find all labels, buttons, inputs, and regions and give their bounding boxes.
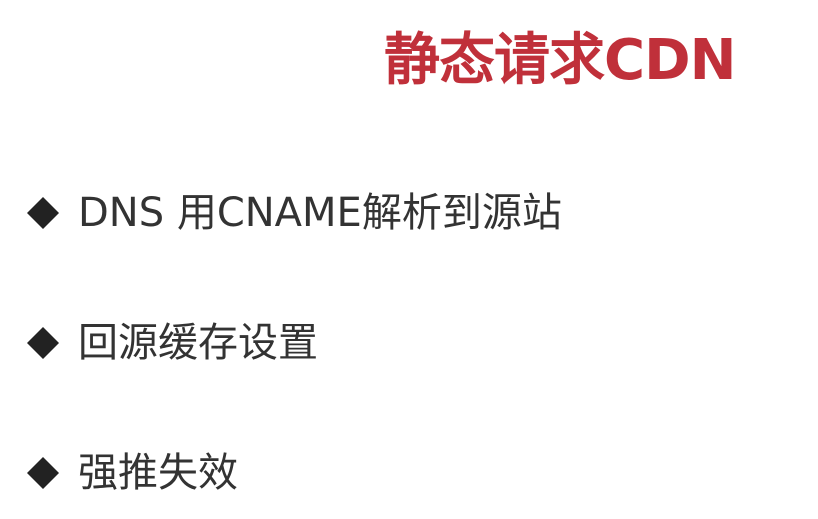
diamond-icon (26, 196, 60, 230)
diamond-icon (26, 456, 60, 490)
bullet-text: DNS 用CNAME解析到源站 (78, 190, 562, 236)
bullet-list: DNS 用CNAME解析到源站 回源缓存设置 强推失效 (26, 0, 806, 519)
list-item: DNS 用CNAME解析到源站 (26, 183, 562, 243)
list-item: 强推失效 (26, 443, 238, 503)
list-item: 回源缓存设置 (26, 313, 318, 373)
slide: 静态请求CDN DNS 用CNAME解析到源站 回源缓存设置 强推失效 (0, 0, 818, 519)
bullet-text: 强推失效 (78, 450, 238, 496)
bullet-text: 回源缓存设置 (78, 320, 318, 366)
diamond-icon (26, 326, 60, 360)
